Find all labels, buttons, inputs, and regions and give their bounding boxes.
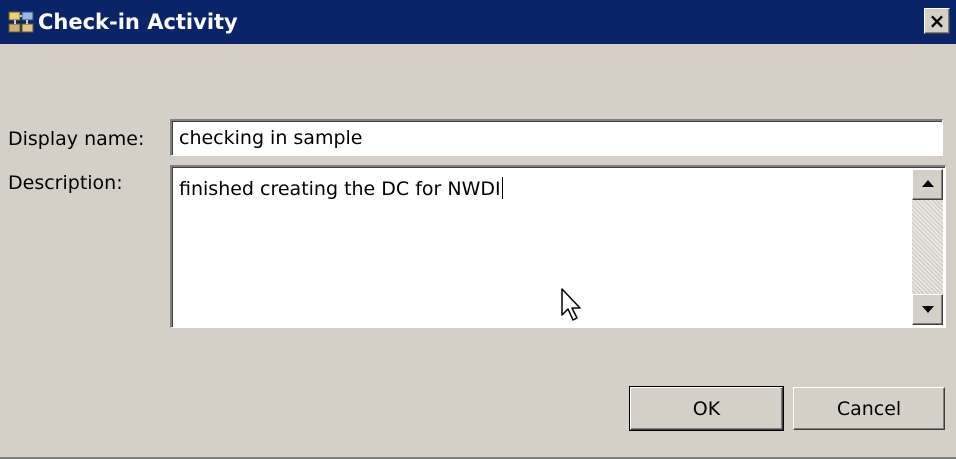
mouse-pointer-icon xyxy=(560,287,582,323)
scroll-up-arrow-icon xyxy=(922,180,934,187)
close-button[interactable]: × xyxy=(924,8,950,34)
description-scrollbar[interactable] xyxy=(912,169,943,325)
check-in-activity-icon xyxy=(8,9,34,35)
dialog-title: Check-in Activity xyxy=(38,10,238,34)
ok-button[interactable]: OK xyxy=(629,386,784,431)
scroll-down-button[interactable] xyxy=(912,294,943,325)
display-name-value: checking in sample xyxy=(179,127,363,149)
description-text: finished creating the DC for NWDI xyxy=(179,177,503,200)
scroll-down-arrow-icon xyxy=(922,306,934,313)
description-label: Description: xyxy=(8,172,123,194)
title-bar[interactable]: Check-in Activity × xyxy=(0,0,956,44)
display-name-label: Display name: xyxy=(8,128,145,150)
cancel-button[interactable]: Cancel xyxy=(793,387,945,430)
check-in-activity-dialog: Check-in Activity × Display name: checki… xyxy=(0,0,956,459)
display-name-field[interactable]: checking in sample xyxy=(170,119,943,156)
text-caret xyxy=(501,177,503,199)
description-textarea[interactable]: finished creating the DC for NWDI xyxy=(170,165,946,328)
scroll-up-button[interactable] xyxy=(912,169,943,200)
close-icon: × xyxy=(928,9,946,33)
